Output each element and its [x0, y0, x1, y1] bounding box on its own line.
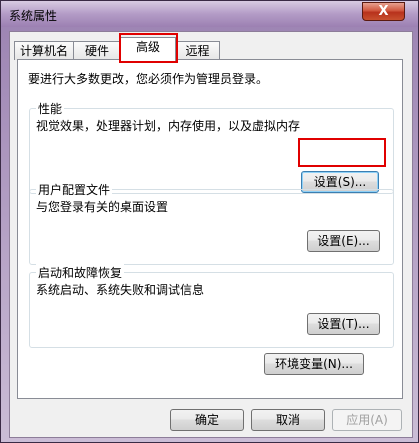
environment-variables-button[interactable]: 环境变量(N)...: [264, 353, 364, 375]
tab-computer-name[interactable]: 计算机名: [14, 41, 74, 60]
tab-strip: 计算机名 硬件 高级 远程: [10, 36, 410, 61]
performance-description: 视觉效果，处理器计划，内存使用，以及虚拟内存: [36, 119, 301, 133]
user-profiles-settings-button[interactable]: 设置(E)...: [307, 230, 380, 252]
system-properties-dialog: 系统属性 X 计算机名 硬件 高级 远程 要进行大多数更改，您必须作为管理员登录…: [0, 0, 419, 443]
user-profiles-title: 用户配置文件: [36, 181, 113, 198]
tab-remote[interactable]: 远程: [175, 41, 220, 60]
startup-recovery-description: 系统启动、系统失败和调试信息: [36, 283, 205, 297]
cancel-button[interactable]: 取消: [251, 409, 325, 431]
user-profiles-description: 与您登录有关的桌面设置: [36, 200, 169, 214]
startup-recovery-group: 启动和故障恢复 系统启动、系统失败和调试信息 设置(T)...: [29, 264, 394, 348]
admin-note: 要进行大多数更改，您必须作为管理员登录。: [28, 72, 269, 86]
ok-button[interactable]: 确定: [170, 409, 244, 431]
dialog-body: 计算机名 硬件 高级 远程 要进行大多数更改，您必须作为管理员登录。 性能 视觉…: [9, 31, 413, 438]
close-button[interactable]: X: [362, 2, 405, 21]
startup-recovery-title: 启动和故障恢复: [36, 264, 125, 281]
window-title: 系统属性: [9, 9, 58, 23]
startup-recovery-settings-button[interactable]: 设置(T)...: [307, 313, 380, 335]
user-profiles-group: 用户配置文件 与您登录有关的桌面设置 设置(E)...: [29, 181, 394, 265]
tab-hardware[interactable]: 硬件: [73, 41, 121, 60]
tab-advanced[interactable]: 高级: [120, 37, 176, 61]
performance-title: 性能: [36, 100, 65, 117]
apply-button: 应用(A): [332, 409, 402, 431]
title-bar[interactable]: 系统属性 X: [1, 1, 418, 27]
